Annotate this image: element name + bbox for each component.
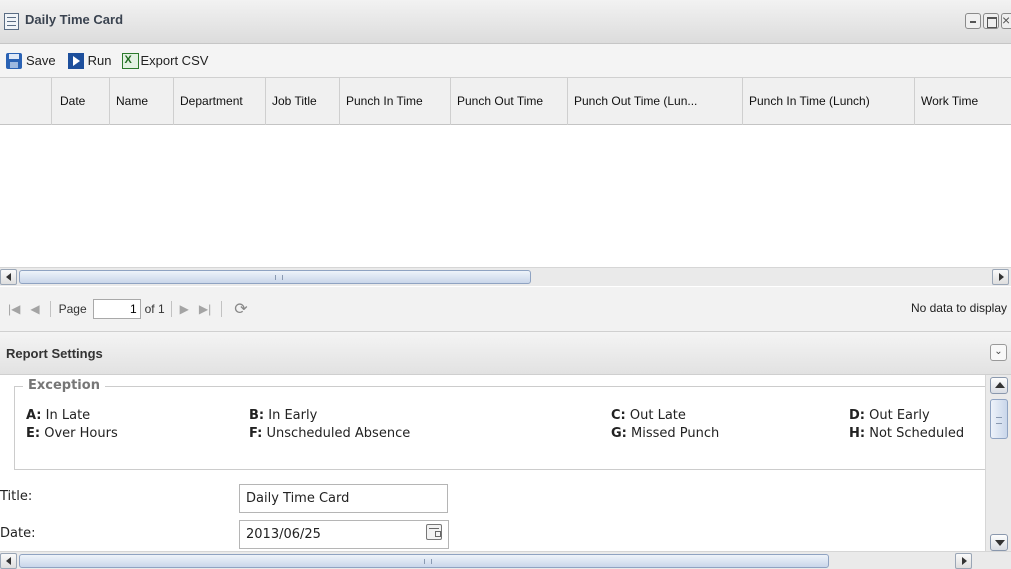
exception-item: E: Over Hours (26, 426, 118, 441)
exception-label: Unscheduled Absence (266, 426, 411, 441)
report-settings-title: Report Settings (6, 346, 103, 361)
settings-vertical-scrollbar[interactable] (985, 375, 1011, 553)
column-header-job-title[interactable]: Job Title (266, 78, 340, 125)
scroll-left-icon[interactable] (0, 269, 17, 285)
title-field[interactable] (239, 484, 448, 513)
next-page-icon[interactable]: ▶ (180, 302, 189, 316)
refresh-icon[interactable]: ⟳ (234, 299, 247, 319)
exception-item: C: Out Late (611, 408, 686, 423)
exception-item: G: Missed Punch (611, 426, 719, 441)
column-header-punch-in-time[interactable]: Punch In Time (340, 78, 451, 125)
grid-body (0, 125, 1011, 267)
scroll-right-icon[interactable] (955, 553, 972, 569)
calendar-icon[interactable] (426, 524, 442, 540)
scroll-down-icon[interactable] (990, 534, 1008, 551)
window-titlebar: Daily Time Card (0, 0, 1011, 44)
close-icon[interactable] (1001, 12, 1011, 29)
exception-fieldset: Exception A: In Late B: In Early C: Out … (14, 378, 985, 470)
page-label: Page (58, 302, 87, 316)
exception-label: In Early (268, 408, 318, 423)
grid-header: Date Name Department Job Title Punch In … (0, 78, 1011, 125)
grid-horizontal-scrollbar[interactable] (0, 267, 1011, 286)
scrollbar-thumb[interactable] (19, 554, 829, 568)
run-icon (67, 52, 84, 69)
paging-toolbar: |◀ ◀ Page of 1 ▶ ▶| ⟳ No data to display (0, 287, 1011, 332)
exception-label: Out Early (869, 408, 930, 423)
previous-page-icon[interactable]: ◀ (30, 302, 39, 316)
save-button[interactable]: Save (6, 52, 56, 69)
report-settings-header: Report Settings ⌄ (0, 332, 1011, 375)
paging-status: No data to display (910, 301, 1007, 315)
exception-item: D: Out Early (849, 408, 930, 423)
collapse-icon[interactable]: ⌄ (990, 344, 1007, 361)
exception-code: F: (249, 426, 263, 441)
exception-item: A: In Late (26, 408, 90, 423)
scroll-left-icon[interactable] (0, 553, 17, 569)
exception-code: G: (611, 426, 627, 441)
run-button[interactable]: Run (67, 52, 112, 69)
scroll-up-icon[interactable] (990, 377, 1008, 394)
column-header-work-time[interactable]: Work Time (915, 78, 1011, 125)
window-title: Daily Time Card (25, 12, 124, 27)
exception-item: F: Unscheduled Absence (249, 426, 410, 441)
run-label: Run (87, 53, 112, 68)
column-header-punch-in-time-lunch[interactable]: Punch In Time (Lunch) (743, 78, 915, 125)
exception-item: B: In Early (249, 408, 317, 423)
separator (49, 301, 51, 317)
exception-code: A: (26, 408, 42, 423)
date-field-label: Date: (0, 526, 36, 541)
column-header-department[interactable]: Department (174, 78, 266, 125)
exception-label: Over Hours (44, 426, 118, 441)
page-number-input[interactable] (92, 299, 141, 319)
minimize-icon[interactable] (965, 13, 981, 29)
document-icon (4, 13, 19, 30)
date-field[interactable] (239, 520, 449, 549)
save-icon (6, 52, 22, 69)
export-csv-button[interactable]: Export CSV (121, 52, 209, 69)
exception-label: Out Late (629, 408, 686, 423)
exception-code: B: (249, 408, 265, 423)
export-csv-label: Export CSV (140, 53, 209, 68)
exception-label: In Late (45, 408, 91, 423)
scrollbar-thumb[interactable] (19, 270, 531, 284)
spreadsheet-icon (121, 52, 139, 69)
exception-item: H: Not Scheduled (849, 426, 964, 441)
column-header-date[interactable]: Date (52, 78, 110, 125)
toolbar: Save Run Export CSV (0, 44, 1011, 78)
exception-code: E: (26, 426, 41, 441)
exception-label: Not Scheduled (869, 426, 965, 441)
exception-legend: Exception (23, 378, 105, 393)
separator (221, 301, 223, 317)
report-settings-body: Exception A: In Late B: In Early C: Out … (0, 375, 985, 551)
exception-label: Missed Punch (631, 426, 720, 441)
maximize-icon[interactable] (983, 13, 999, 29)
exception-code: D: (849, 408, 865, 423)
column-header-punch-out-time-lunch[interactable]: Punch Out Time (Lun... (568, 78, 743, 125)
scroll-right-icon[interactable] (992, 269, 1009, 285)
first-page-icon[interactable]: |◀ (8, 302, 20, 316)
settings-horizontal-scrollbar[interactable] (0, 551, 1011, 569)
window-controls (965, 12, 1011, 29)
column-header-name[interactable]: Name (110, 78, 174, 125)
separator (170, 301, 172, 317)
exception-code: H: (849, 426, 866, 441)
page-count: of 1 (144, 302, 165, 316)
exception-code: C: (611, 408, 626, 423)
row-number-header (0, 78, 52, 125)
last-page-icon[interactable]: ▶| (199, 302, 211, 316)
column-header-punch-out-time[interactable]: Punch Out Time (451, 78, 568, 125)
scrollbar-thumb[interactable] (990, 399, 1008, 439)
title-field-label: Title: (0, 489, 33, 504)
save-label: Save (26, 53, 56, 68)
